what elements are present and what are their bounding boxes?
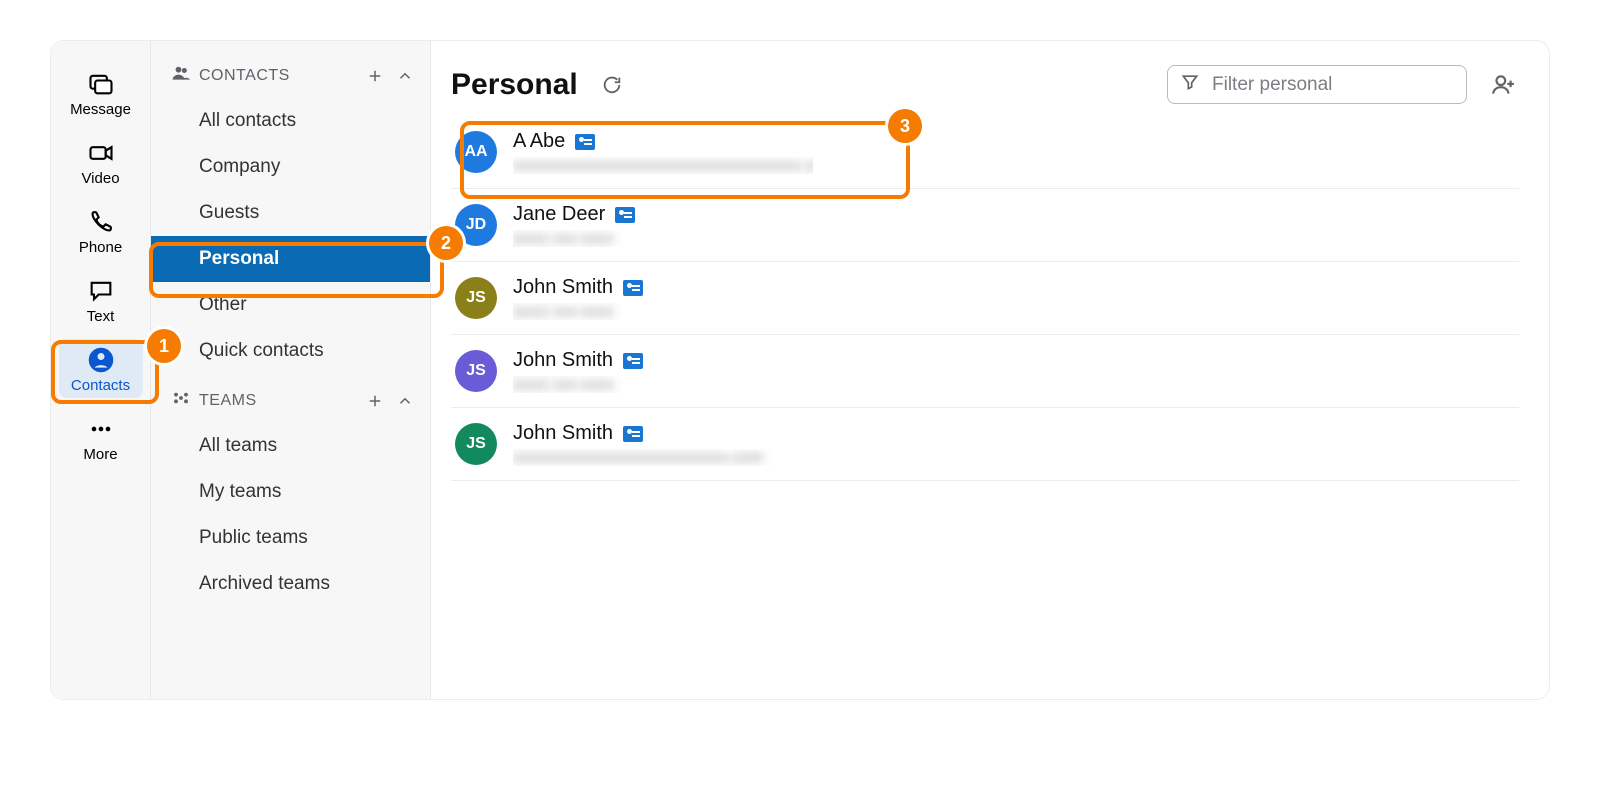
avatar: AA [455, 131, 497, 173]
main-area: Personal [431, 41, 1549, 699]
contact-row[interactable]: JD Jane Deer (xxx) xxx-xxxx [451, 189, 1519, 262]
add-team-icon[interactable] [364, 390, 386, 412]
contact-name: Jane Deer [513, 203, 605, 226]
rail-item-message[interactable]: Message [59, 63, 143, 122]
sidebar-item-personal[interactable]: Personal [151, 236, 430, 282]
contact-card-icon [615, 207, 635, 223]
sidebar-item-all-teams[interactable]: All teams [151, 423, 430, 469]
contact-sub: xxxxxxxxxxxxxxxxxxxxxxxxxxx.com [513, 449, 813, 466]
contact-info: John Smith xxxxxxxxxxxxxxxxxxxxxxxxxxx.co… [513, 422, 813, 466]
contacts-section-header: CONTACTS [151, 59, 430, 98]
contacts-section-title: CONTACTS [199, 67, 356, 85]
sidebar-item-my-teams[interactable]: My teams [151, 469, 430, 515]
filter-box[interactable] [1167, 65, 1467, 104]
contact-card-icon [575, 134, 595, 150]
app-frame: Message Video Phone [50, 40, 1550, 700]
secondary-sidebar: CONTACTS All contacts Company Guests Per… [151, 41, 431, 699]
rail-item-video[interactable]: Video [59, 132, 143, 191]
phone-icon [87, 207, 115, 237]
teams-section-header: TEAMS [151, 384, 430, 423]
contact-sub: xxxxxxxxxxxxxxxxxxxxxxxxxxxxxxxxxxxx.com [513, 157, 813, 174]
page-title: Personal [451, 68, 578, 102]
sidebar-item-public-teams[interactable]: Public teams [151, 515, 430, 561]
rail-item-contacts[interactable]: Contacts [59, 339, 143, 398]
add-person-button[interactable] [1487, 69, 1519, 101]
main-header: Personal [451, 65, 1519, 124]
contact-sub: (xxx) xxx-xxxx [513, 376, 813, 393]
text-icon [87, 276, 115, 306]
rail-label: Text [87, 308, 115, 325]
sidebar-item-other[interactable]: Other [151, 282, 430, 328]
collapse-contacts-icon[interactable] [394, 65, 416, 87]
teams-icon [171, 388, 191, 413]
refresh-button[interactable] [598, 71, 626, 99]
filter-icon [1180, 72, 1200, 97]
contact-info: Jane Deer (xxx) xxx-xxxx [513, 203, 813, 247]
rail-label: More [83, 446, 117, 463]
sidebar-item-quick-contacts[interactable]: Quick contacts [151, 328, 430, 374]
contact-name: John Smith [513, 349, 613, 372]
avatar: JS [455, 277, 497, 319]
contact-name: John Smith [513, 276, 613, 299]
avatar: JS [455, 350, 497, 392]
message-icon [87, 69, 115, 99]
avatar: JS [455, 423, 497, 465]
rail-item-text[interactable]: Text [59, 270, 143, 329]
teams-section-title: TEAMS [199, 392, 356, 410]
contact-info: A Abe xxxxxxxxxxxxxxxxxxxxxxxxxxxxxxxxxxx… [513, 130, 813, 174]
rail-label: Message [70, 101, 131, 118]
contact-row[interactable]: AA A Abe xxxxxxxxxxxxxxxxxxxxxxxxxxxxxxxxx… [451, 124, 1519, 189]
contact-name: A Abe [513, 130, 565, 153]
rail-item-phone[interactable]: Phone [59, 201, 143, 260]
contact-card-icon [623, 426, 643, 442]
contact-row[interactable]: JS John Smith (xxx) xxx-xxxx [451, 262, 1519, 335]
rail-label: Video [81, 170, 119, 187]
people-icon [171, 63, 191, 88]
more-icon [87, 414, 115, 444]
sidebar-item-company[interactable]: Company [151, 144, 430, 190]
sidebar-item-guests[interactable]: Guests [151, 190, 430, 236]
sidebar-item-archived-teams[interactable]: Archived teams [151, 561, 430, 607]
contacts-icon [87, 345, 115, 375]
contact-info: John Smith (xxx) xxx-xxxx [513, 349, 813, 393]
contact-list: AA A Abe xxxxxxxxxxxxxxxxxxxxxxxxxxxxxxxxx… [451, 124, 1519, 481]
contact-sub: (xxx) xxx-xxxx [513, 303, 813, 320]
contact-row[interactable]: JS John Smith (xxx) xxx-xxxx [451, 335, 1519, 408]
contact-card-icon [623, 280, 643, 296]
contact-sub: (xxx) xxx-xxxx [513, 230, 813, 247]
avatar: JD [455, 204, 497, 246]
collapse-teams-icon[interactable] [394, 390, 416, 412]
contact-name: John Smith [513, 422, 613, 445]
contact-row[interactable]: JS John Smith xxxxxxxxxxxxxxxxxxxxxxxxxxx.… [451, 408, 1519, 481]
rail-item-more[interactable]: More [59, 408, 143, 467]
rail-label: Contacts [71, 377, 130, 394]
filter-input[interactable] [1210, 73, 1454, 97]
video-icon [87, 138, 115, 168]
sidebar-item-all-contacts[interactable]: All contacts [151, 98, 430, 144]
contact-info: John Smith (xxx) xxx-xxxx [513, 276, 813, 320]
nav-rail: Message Video Phone [51, 41, 151, 699]
add-contact-icon[interactable] [364, 65, 386, 87]
rail-label: Phone [79, 239, 122, 256]
contact-card-icon [623, 353, 643, 369]
